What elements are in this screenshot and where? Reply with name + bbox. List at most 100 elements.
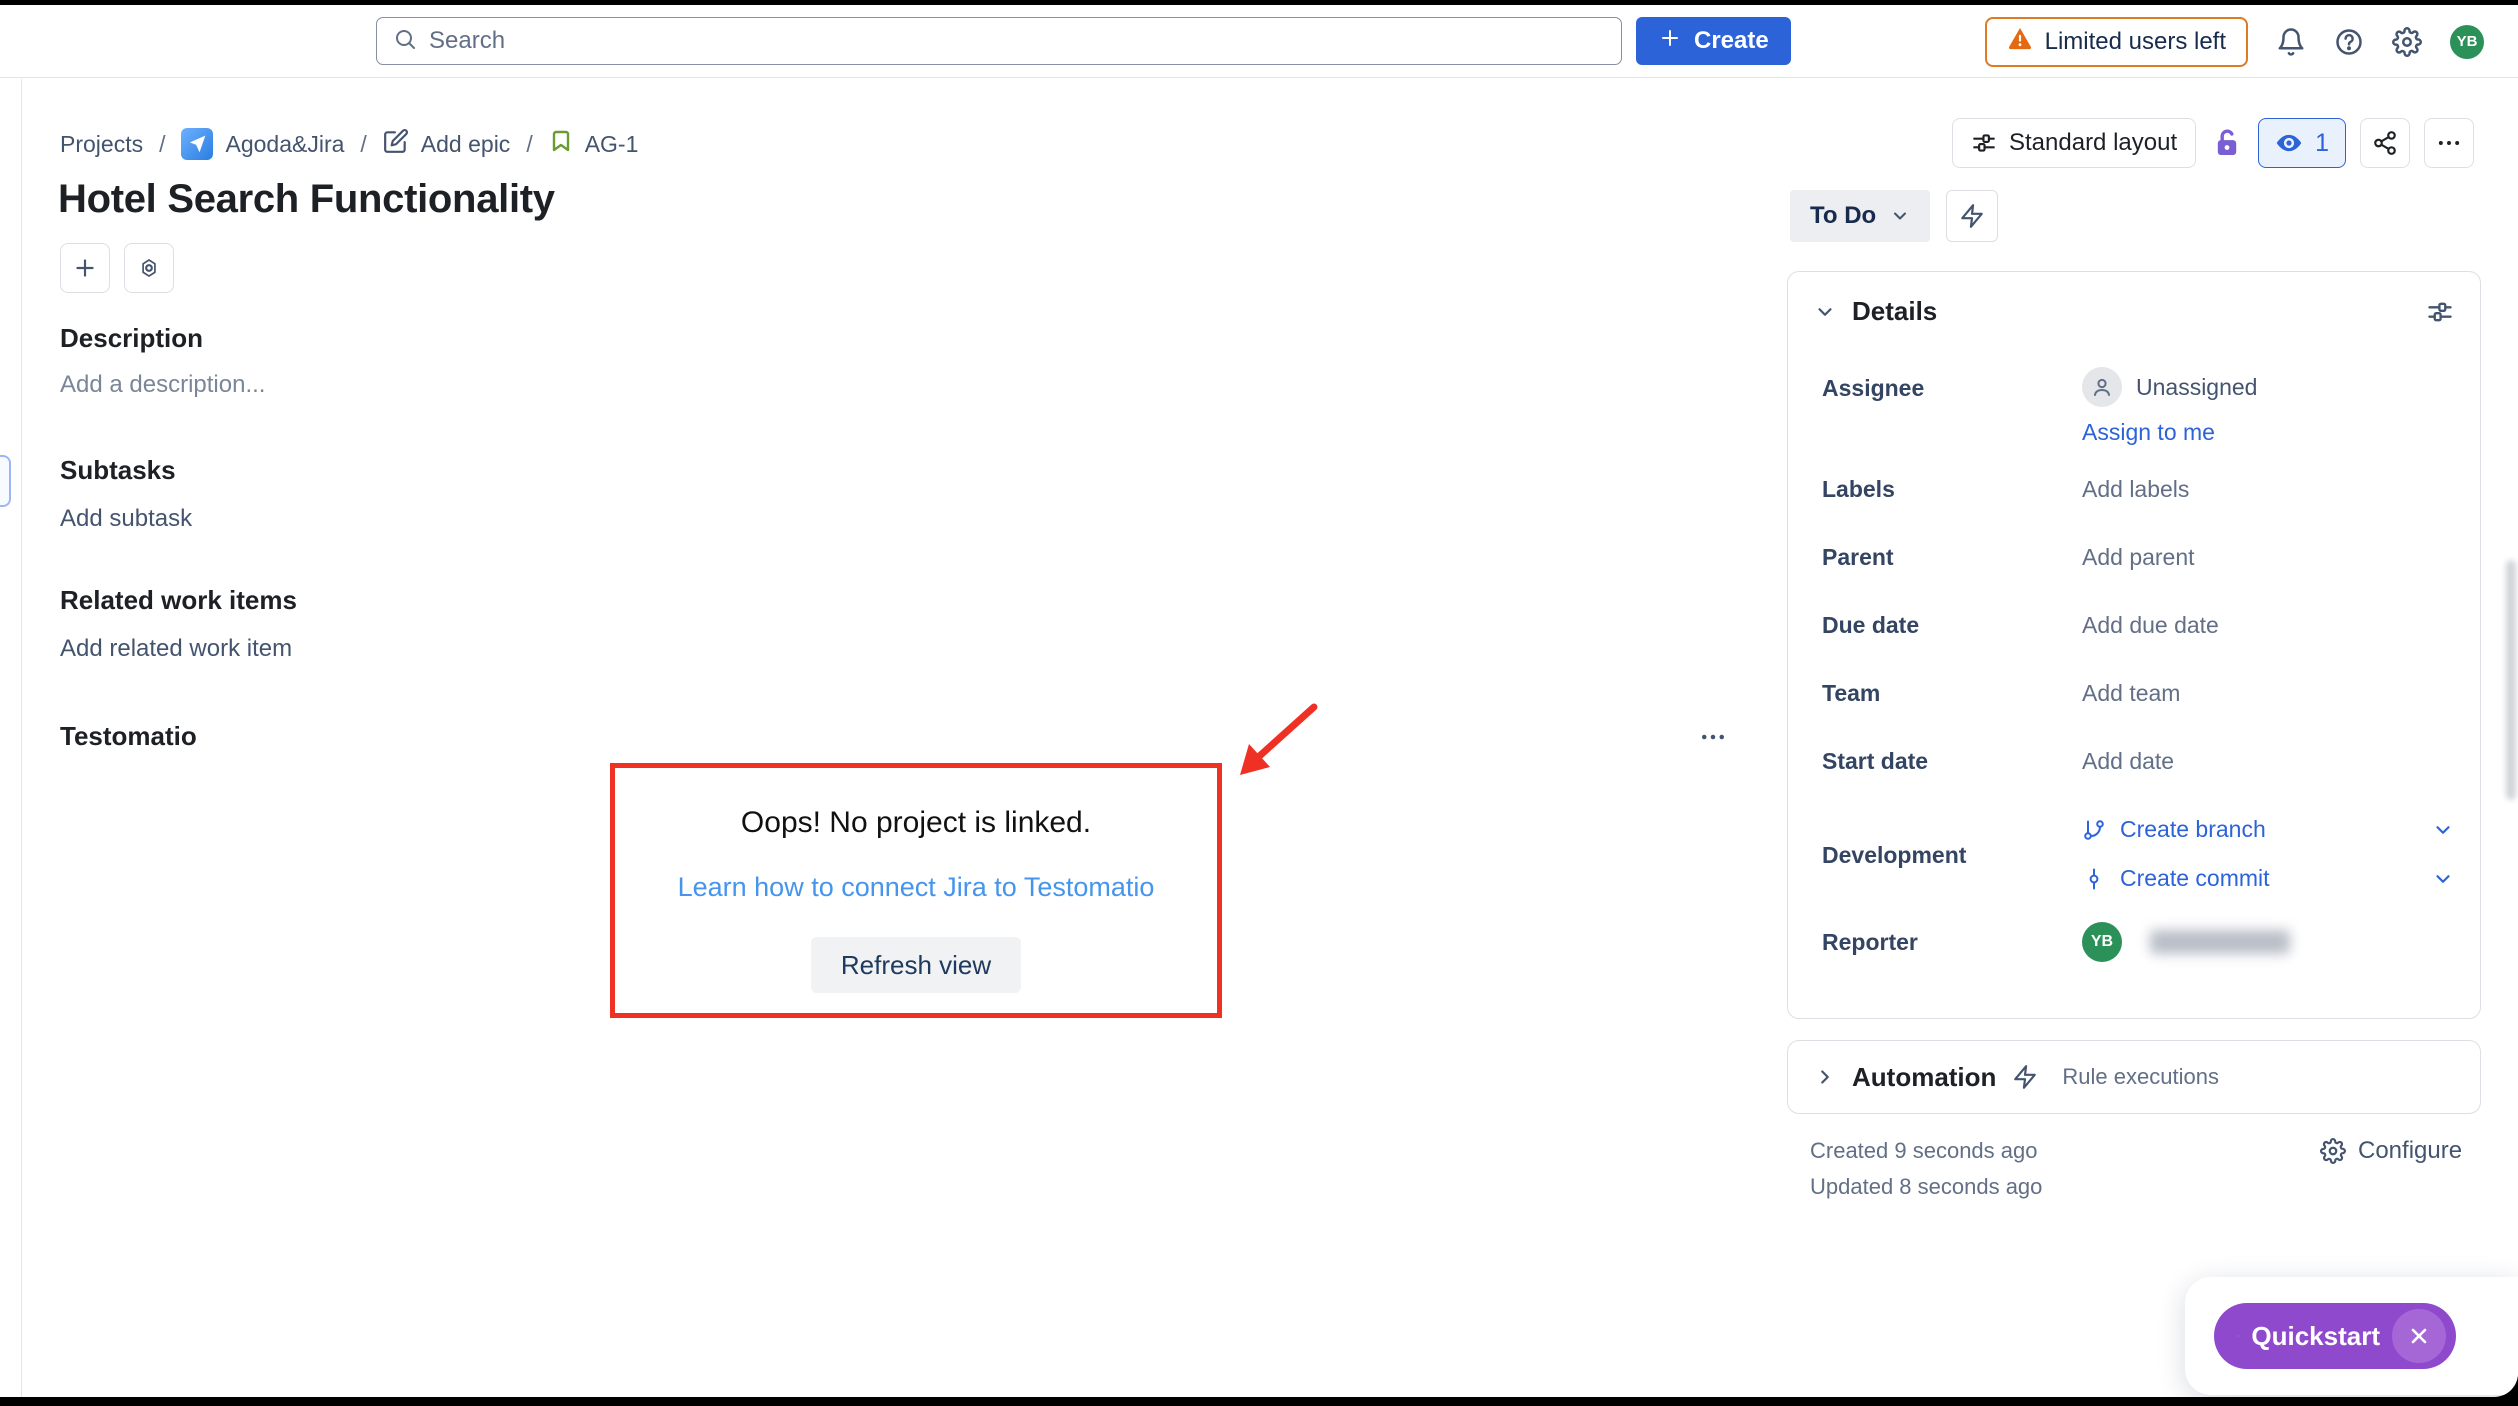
plus-icon [1658,26,1682,57]
create-branch-action[interactable]: Create branch [2082,816,2454,843]
issue-meta: Created 9 seconds ago Updated 8 seconds … [1810,1133,2042,1205]
refresh-view-button[interactable]: Refresh view [811,937,1021,993]
automation-title: Automation [1852,1062,1996,1093]
gear-icon [2320,1138,2346,1164]
more-actions-button[interactable] [2424,118,2474,168]
team-value[interactable]: Add team [2082,680,2180,707]
status-dropdown[interactable]: To Do [1790,190,1930,242]
labels-label: Labels [1822,476,2082,503]
add-button[interactable] [60,243,110,293]
page-title: Hotel Search Functionality [58,177,555,222]
red-annotation-arrow [1218,693,1328,803]
create-commit-action[interactable]: Create commit [2082,865,2454,892]
configure-label: Configure [2358,1137,2462,1165]
chevron-down-icon [2432,819,2454,841]
lightning-icon [2012,1064,2038,1090]
field-start-date: Start date Add date [1788,748,2480,775]
testomatio-more-button[interactable] [1698,722,1728,752]
share-button[interactable] [2360,118,2410,168]
updated-timestamp: Updated 8 seconds ago [1810,1169,2042,1205]
eye-icon [2275,129,2303,157]
status-row: To Do [1790,190,1998,242]
labels-value[interactable]: Add labels [2082,476,2189,503]
user-avatar[interactable]: YB [2450,25,2484,59]
details-header[interactable]: Details [1788,272,2480,347]
help-button[interactable] [2334,27,2364,57]
description-heading: Description [60,323,203,354]
start-date-label: Start date [1822,748,2082,775]
parent-value[interactable]: Add parent [2082,544,2195,571]
apps-button[interactable] [124,243,174,293]
field-reporter: Reporter YB [1788,922,2480,962]
automation-quick-button[interactable] [1946,190,1998,242]
limited-users-label: Limited users left [2045,28,2226,56]
chevron-down-icon [1890,206,1910,226]
watchers-button[interactable]: 1 [2258,118,2346,168]
testomatio-heading: Testomatio [60,721,197,752]
share-icon [2372,130,2398,156]
assignee-value[interactable]: Unassigned [2082,367,2257,407]
assignee-label: Assignee [1822,367,2082,402]
details-config-button[interactable] [2426,298,2454,326]
reporter-avatar: YB [2082,922,2122,962]
bell-icon [2276,27,2306,57]
breadcrumb-separator: / [526,131,532,158]
quickstart-button[interactable]: Quickstart [2214,1303,2456,1369]
quickstart-label: Quickstart [2251,1321,2380,1352]
breadcrumb: Projects / Agoda&Jira / Add epic / A [60,128,638,160]
standard-layout-button[interactable]: Standard layout [1952,118,2196,168]
error-title: Oops! No project is linked. [741,806,1091,840]
lightbulb-icon [2238,1322,2239,1350]
question-circle-icon [2334,27,2364,57]
breadcrumb-projects[interactable]: Projects [60,131,143,158]
create-button[interactable]: Create [1636,17,1791,65]
scrollbar-thumb[interactable] [2506,560,2516,800]
learn-how-link[interactable]: Learn how to connect Jira to Testomatio [678,872,1155,903]
subtasks-heading: Subtasks [60,455,176,486]
chevron-down-icon [1814,301,1836,323]
created-timestamp: Created 9 seconds ago [1810,1133,2042,1169]
search-box[interactable] [376,17,1622,65]
details-title: Details [1852,296,2410,327]
configure-button[interactable]: Configure [2320,1137,2462,1165]
field-parent: Parent Add parent [1788,544,2480,571]
watchers-count: 1 [2315,129,2329,158]
plus-icon [72,255,98,281]
settings-button[interactable] [2392,27,2422,57]
ellipsis-icon [1698,722,1728,752]
parent-label: Parent [1822,544,2082,571]
project-avatar-icon [181,128,213,160]
status-label: To Do [1810,202,1876,230]
apps-icon [136,255,162,281]
breadcrumb-add-epic[interactable]: Add epic [383,128,511,160]
due-date-value[interactable]: Add due date [2082,612,2219,639]
breadcrumb-project[interactable]: Agoda&Jira [181,128,344,160]
unlock-button[interactable] [2210,126,2244,160]
notifications-button[interactable] [2276,27,2306,57]
reporter-name-redacted [2150,930,2290,954]
add-description-field[interactable]: Add a description... [60,371,265,399]
expand-sidebar-handle[interactable] [0,455,11,507]
start-date-value[interactable]: Add date [2082,748,2174,775]
team-label: Team [1822,680,2082,707]
warning-triangle-icon [2007,25,2033,58]
quickstart-close-button[interactable] [2392,1309,2446,1363]
breadcrumb-issue-key[interactable]: AG-1 [549,129,639,159]
user-avatar-initials: YB [2457,33,2478,50]
bookmark-icon [549,129,573,159]
search-input[interactable] [429,27,1605,55]
limited-users-button[interactable]: Limited users left [1985,17,2248,67]
automation-panel[interactable]: Automation Rule executions [1787,1040,2481,1114]
field-development: Development Create branch Create commit [1788,816,2480,892]
add-related-work-field[interactable]: Add related work item [60,635,292,663]
add-subtask-field[interactable]: Add subtask [60,505,192,533]
unlock-icon [2210,126,2244,160]
edit-icon [383,128,409,160]
chevron-down-icon [2432,868,2454,890]
issue-controls-row: Standard layout 1 [1952,118,2474,168]
details-panel: Details Assignee Unassigned Assign to me [1787,271,2481,1019]
reporter-value[interactable]: YB [2082,922,2290,962]
search-icon [393,27,417,56]
assign-to-me-link[interactable]: Assign to me [2082,419,2257,446]
unassigned-avatar-icon [2082,367,2122,407]
